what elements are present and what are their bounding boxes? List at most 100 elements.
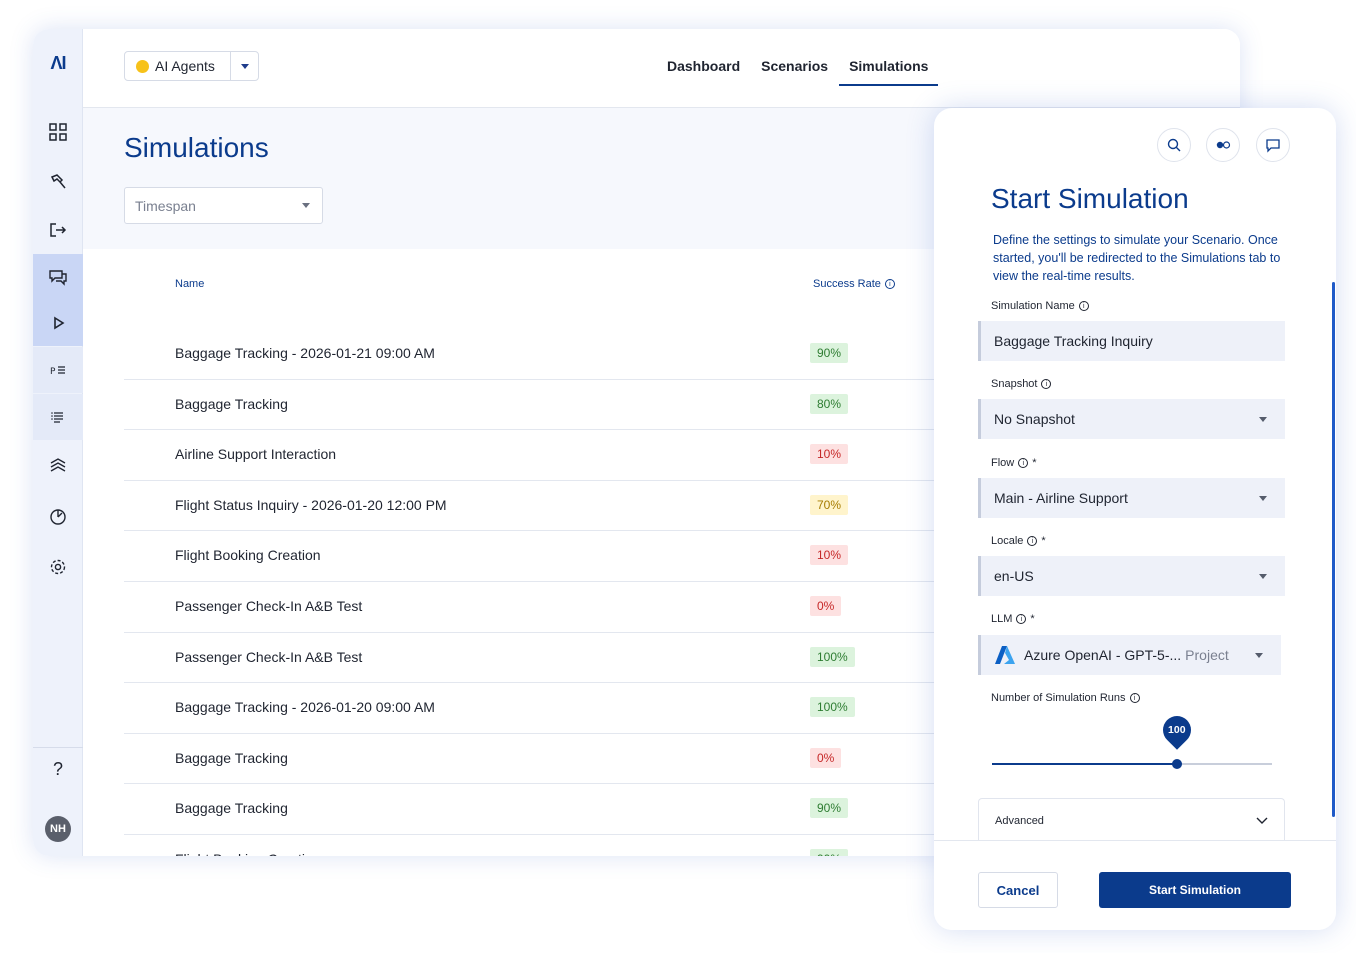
- flow-select[interactable]: Main - Airline Support: [978, 478, 1285, 518]
- llm-sub-label: Project: [1185, 647, 1229, 663]
- table-header: Name Success Rate i: [124, 249, 954, 329]
- simulation-name-label-text: Simulation Name: [991, 300, 1075, 312]
- table-row[interactable]: Flight Status Inquiry - 2026-01-20 12:00…: [124, 481, 954, 532]
- slider-value: 100: [1168, 724, 1186, 736]
- success-rate-badge: 70%: [810, 494, 849, 515]
- help-icon[interactable]: ?: [33, 759, 83, 789]
- analytics-icon[interactable]: [33, 494, 83, 540]
- snapshot-label-text: Snapshot: [991, 378, 1038, 390]
- agent-select[interactable]: AI Agents: [124, 51, 259, 81]
- tool-icon[interactable]: [33, 159, 83, 205]
- table-row[interactable]: Flight Booking Creation 10%: [124, 531, 954, 582]
- info-icon[interactable]: i: [1129, 693, 1140, 703]
- comment-icon[interactable]: [1256, 128, 1290, 162]
- nav-tabs: Dashboard Scenarios Simulations: [657, 29, 939, 108]
- panel-scrollbar[interactable]: [1332, 282, 1335, 817]
- info-icon[interactable]: i: [884, 279, 895, 289]
- sidebar: ΛI P ? NH: [33, 29, 83, 856]
- simulation-name-cell: Baggage Tracking: [175, 749, 288, 766]
- advanced-section-toggle[interactable]: Advanced: [978, 798, 1285, 843]
- required-mark: *: [1041, 535, 1046, 547]
- simulation-runs-slider[interactable]: 100: [992, 710, 1272, 769]
- success-rate-badge: 90%: [810, 798, 849, 819]
- info-icon[interactable]: i: [1018, 458, 1029, 468]
- snapshot-label: Snapshot i: [991, 378, 1052, 390]
- locale-value: en-US: [994, 568, 1034, 584]
- chevron-down-icon: [1259, 417, 1267, 422]
- column-header-success-rate[interactable]: Success Rate i: [813, 278, 895, 290]
- prompt-list-icon[interactable]: P: [33, 347, 83, 393]
- chevron-down-icon[interactable]: [230, 52, 258, 80]
- flow-label-text: Flow: [991, 457, 1015, 469]
- column-header-name[interactable]: Name: [175, 278, 204, 290]
- settings-gear-icon[interactable]: [33, 544, 83, 590]
- success-rate-badge: 90%: [810, 343, 849, 363]
- table-row[interactable]: Passenger Check-In A&B Test 100%: [124, 633, 954, 684]
- table-row[interactable]: Flight Booking Creation 90%: [124, 835, 954, 856]
- user-avatar[interactable]: NH: [45, 816, 71, 842]
- top-bar: AI Agents Dashboard Scenarios Simulation…: [83, 29, 1240, 108]
- table-row[interactable]: Baggage Tracking 90%: [124, 784, 954, 835]
- info-icon[interactable]: i: [1027, 536, 1038, 546]
- export-icon[interactable]: [33, 207, 83, 253]
- simulation-runs-label: Number of Simulation Runs i: [991, 692, 1140, 704]
- llm-select[interactable]: Azure OpenAI - GPT-5-... Project: [978, 635, 1281, 675]
- layers-icon[interactable]: [33, 443, 83, 489]
- search-icon[interactable]: [1157, 128, 1191, 162]
- start-simulation-button[interactable]: Start Simulation: [1099, 872, 1291, 908]
- simulation-runs-label-text: Number of Simulation Runs: [991, 692, 1126, 704]
- info-icon[interactable]: i: [1078, 301, 1089, 311]
- chevron-down-icon: [302, 203, 310, 208]
- flow-label: Flow i *: [991, 457, 1037, 469]
- success-rate-badge: 80%: [810, 393, 849, 414]
- list-icon[interactable]: [33, 394, 83, 440]
- dashboard-grid-icon[interactable]: [33, 109, 83, 155]
- llm-label-text: LLM: [991, 613, 1013, 625]
- simulation-name-label: Simulation Name i: [991, 300, 1089, 312]
- info-icon[interactable]: i: [1041, 379, 1052, 389]
- info-icon[interactable]: i: [1016, 614, 1027, 624]
- locale-label: Locale i *: [991, 535, 1046, 547]
- sidebar-divider: [33, 747, 83, 748]
- azure-logo-icon: [995, 646, 1015, 664]
- table-row[interactable]: Passenger Check-In A&B Test 0%: [124, 582, 954, 633]
- chevron-down-icon: [1259, 496, 1267, 501]
- snapshot-select[interactable]: No Snapshot: [978, 399, 1285, 439]
- panel-title: Start Simulation: [991, 183, 1189, 214]
- tab-scenarios[interactable]: Scenarios: [751, 29, 838, 86]
- table-row[interactable]: Baggage Tracking 80%: [124, 380, 954, 431]
- flow-value: Main - Airline Support: [994, 490, 1128, 506]
- tab-dashboard[interactable]: Dashboard: [657, 29, 750, 86]
- cancel-button[interactable]: Cancel: [978, 872, 1058, 908]
- simulation-name-cell: Baggage Tracking - 2026-01-21 09:00 AM: [175, 345, 435, 361]
- chat-icon[interactable]: [33, 254, 83, 300]
- slider-thumb[interactable]: [1171, 759, 1182, 769]
- success-rate-badge: 10%: [810, 545, 849, 566]
- play-icon[interactable]: [33, 300, 83, 346]
- simulation-name-cell: Flight Status Inquiry - 2026-01-20 12:00…: [175, 496, 447, 513]
- table-row[interactable]: Baggage Tracking - 2026-01-21 09:00 AM 90…: [124, 329, 954, 380]
- panel-description: Define the settings to simulate your Sce…: [993, 233, 1281, 283]
- simulation-name-input[interactable]: Baggage Tracking Inquiry: [978, 321, 1285, 361]
- table-row[interactable]: Airline Support Interaction 10%: [124, 430, 954, 481]
- locale-select[interactable]: en-US: [978, 556, 1285, 596]
- simulation-name-cell: Passenger Check-In A&B Test: [175, 648, 363, 665]
- table-row[interactable]: Baggage Tracking 0%: [124, 734, 954, 785]
- simulation-name-cell: Passenger Check-In A&B Test: [175, 597, 363, 614]
- locale-label-text: Locale: [991, 535, 1024, 547]
- llm-value: Azure OpenAI - GPT-5-...: [1024, 647, 1182, 663]
- success-rate-badge: 100%: [810, 646, 855, 667]
- svg-text:P: P: [50, 367, 56, 377]
- simulation-name-cell: Flight Booking Creation: [175, 851, 321, 856]
- tab-simulations[interactable]: Simulations: [839, 29, 939, 86]
- start-simulation-panel: Start Simulation Define the settings to …: [934, 108, 1336, 930]
- toggle-icon[interactable]: [1206, 128, 1240, 162]
- timespan-select[interactable]: Timespan: [124, 187, 323, 224]
- table-row[interactable]: Baggage Tracking - 2026-01-20 09:00 AM 10…: [124, 683, 954, 734]
- chevron-down-icon: [1256, 817, 1268, 824]
- agent-status-dot: [136, 59, 149, 73]
- agent-select-label: AI Agents: [155, 58, 215, 74]
- simulation-name-cell: Baggage Tracking: [175, 800, 288, 817]
- simulation-name-cell: Flight Booking Creation: [175, 547, 321, 564]
- required-mark: *: [1030, 613, 1035, 625]
